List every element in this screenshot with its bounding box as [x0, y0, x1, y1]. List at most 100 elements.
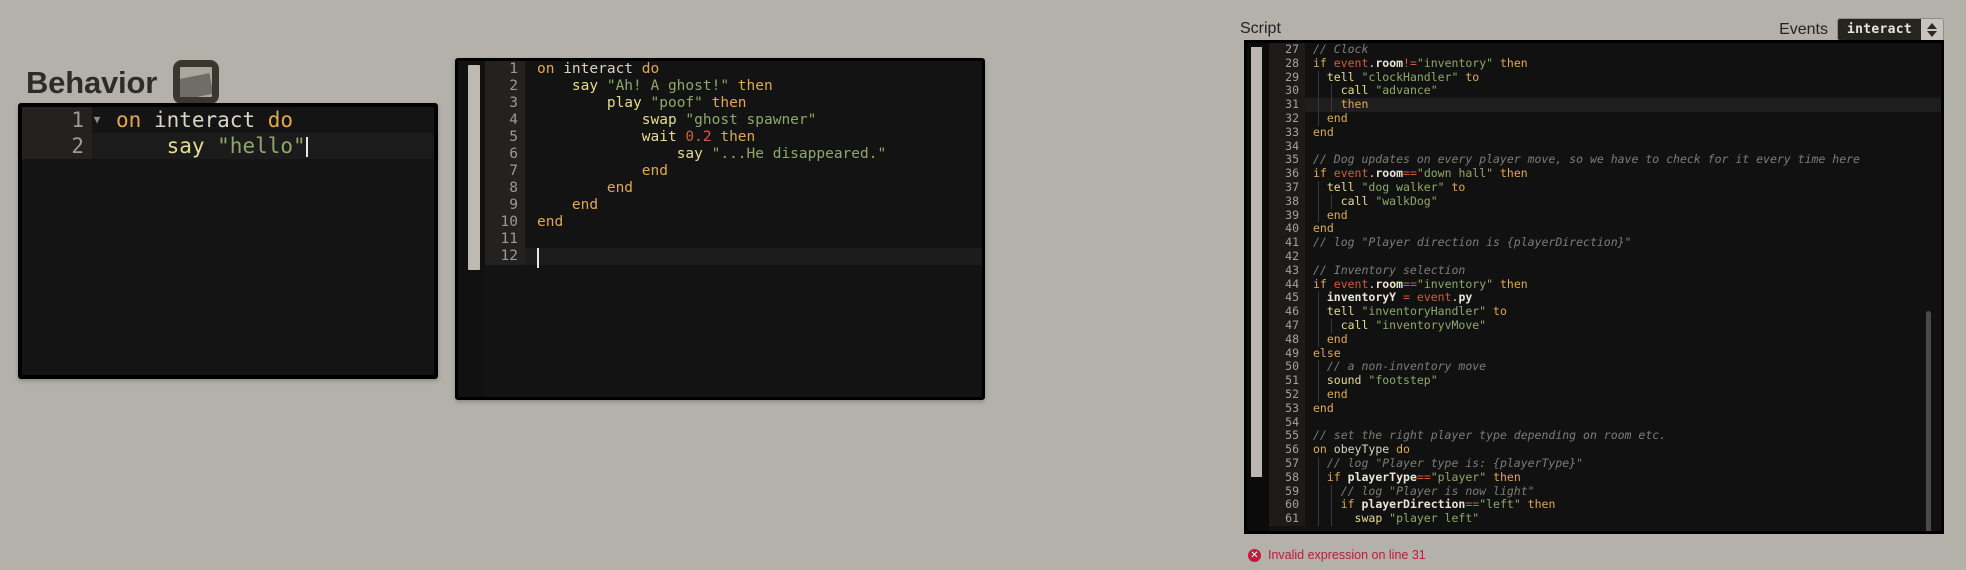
code-line[interactable]: 2 say "hello": [22, 133, 434, 159]
events-select[interactable]: interact: [1836, 18, 1944, 41]
code-line[interactable]: 48 end: [1269, 332, 1941, 347]
code-line-text: swap "ghost spawner": [525, 112, 982, 129]
code-line[interactable]: 52 end: [1269, 387, 1941, 402]
code-line[interactable]: 1 on interact do: [485, 61, 982, 78]
line-number: 27: [1269, 43, 1305, 57]
code-token: tell: [1326, 304, 1362, 319]
secondary-code-area[interactable]: 1 on interact do 2 say "Ah! A ghost!" then…: [485, 61, 982, 397]
secondary-code-editor[interactable]: 1 on interact do 2 say "Ah! A ghost!" then…: [455, 58, 985, 400]
code-token: do: [1396, 442, 1410, 457]
code-line-text: on interact do: [525, 61, 982, 78]
secondary-editor-scrollbar[interactable]: [468, 65, 480, 270]
code-line[interactable]: 39 end: [1269, 208, 1941, 223]
code-line[interactable]: 58 if playerType=="player" then: [1269, 470, 1941, 485]
code-line[interactable]: 7 end: [485, 163, 982, 180]
code-token: end: [1313, 400, 1334, 415]
code-line[interactable]: 28 if event.room!="inventory" then: [1269, 56, 1941, 71]
line-number: 44: [1269, 277, 1305, 292]
code-line[interactable]: 54: [1269, 415, 1941, 430]
code-line[interactable]: 29 tell "clockHandler" to: [1269, 69, 1941, 85]
code-line[interactable]: 60 if playerDirection=="left" then: [1269, 497, 1941, 513]
code-line[interactable]: 56 on obeyType do: [1269, 442, 1941, 457]
line-number: 1 ▼: [22, 107, 100, 133]
code-line[interactable]: 53 end: [1269, 400, 1941, 416]
code-line[interactable]: 34: [1269, 139, 1941, 154]
code-token: tell: [1326, 69, 1362, 84]
code-line[interactable]: 46 tell "inventoryHandler" to: [1269, 304, 1941, 319]
code-line[interactable]: 43 // Inventory selection: [1269, 263, 1941, 278]
code-line[interactable]: 41 // log "Player direction is {playerDir…: [1269, 235, 1941, 250]
script-code-editor[interactable]: 27// Clock 28 if event.room!="inventory" t…: [1244, 40, 1944, 534]
page-title: Behavior: [26, 64, 158, 100]
line-number: 42: [1269, 249, 1305, 264]
code-line[interactable]: 30 call "advance": [1269, 83, 1941, 99]
script-editor-left-track[interactable]: [1251, 47, 1262, 477]
line-number: 38: [1269, 194, 1305, 209]
code-line[interactable]: 51 sound "footstep": [1269, 373, 1941, 388]
code-line[interactable]: 5 wait 0.2 then: [485, 129, 982, 146]
code-line[interactable]: 59 // log "Player is now light": [1269, 484, 1941, 499]
behavior-code-editor[interactable]: 1 ▼ on interact do 2 say "hello": [18, 103, 438, 379]
code-line[interactable]: 50 // a non-inventory move: [1269, 359, 1941, 375]
code-token: do: [267, 108, 294, 132]
code-line[interactable]: 3 play "poof" then: [485, 95, 982, 112]
code-line[interactable]: 32 end: [1269, 111, 1941, 126]
code-token: sound: [1326, 373, 1369, 388]
line-number: 10: [485, 214, 525, 231]
sprite-thumbnail-inner: [180, 67, 213, 97]
chevron-down-icon[interactable]: ▼: [90, 107, 104, 133]
code-line[interactable]: 2 say "Ah! A ghost!" then: [485, 78, 982, 95]
code-token: play: [606, 95, 651, 111]
code-line[interactable]: 45 inventoryY = event.py: [1269, 290, 1941, 306]
code-line-text: on obeyType do: [1305, 442, 1941, 457]
script-code-area[interactable]: 27// Clock 28 if event.room!="inventory" t…: [1269, 43, 1941, 531]
code-line[interactable]: 36 if event.room=="down hall" then: [1269, 166, 1941, 181]
code-token: if: [1340, 497, 1362, 512]
code-line[interactable]: 27 // Clock: [1269, 43, 1941, 57]
sprite-thumbnail-icon[interactable]: [173, 60, 220, 104]
code-line[interactable]: 42: [1269, 249, 1941, 264]
code-line[interactable]: 57 // log "Player type is: {playerType}": [1269, 456, 1941, 471]
code-line[interactable]: 35 // Dog updates on every player move, s…: [1269, 152, 1941, 168]
code-token: "advance": [1375, 83, 1438, 98]
code-token: // set the right player type depending o…: [1313, 428, 1667, 443]
code-token: "walkDog": [1375, 193, 1438, 208]
code-token: then: [1527, 497, 1556, 512]
code-line-text: // set the right player type depending o…: [1305, 428, 1941, 443]
up-down-arrows-icon[interactable]: [1921, 19, 1943, 40]
code-line[interactable]: 10 end: [485, 214, 982, 231]
line-number: 59: [1269, 484, 1305, 499]
code-line[interactable]: 40 end: [1269, 221, 1941, 237]
code-line[interactable]: 44 if event.room=="inventory" then: [1269, 277, 1941, 292]
script-vertical-scrollbar[interactable]: [1926, 311, 1931, 531]
code-line[interactable]: 12: [485, 248, 982, 268]
code-line[interactable]: 4 swap "ghost spawner": [485, 112, 982, 129]
code-line-text: call "walkDog": [1305, 193, 1941, 209]
code-line[interactable]: 6 say "...He disappeared.": [485, 146, 982, 163]
line-number: 55: [1269, 429, 1305, 444]
code-line-text: tell "inventoryHandler" to: [1305, 304, 1941, 319]
code-line[interactable]: 8 end: [485, 180, 982, 197]
code-line-text: sound "footstep": [1305, 373, 1941, 388]
code-line[interactable]: 11: [485, 231, 982, 248]
code-line[interactable]: 55 // set the right player type depending…: [1269, 428, 1941, 444]
behavior-code-area[interactable]: 1 ▼ on interact do 2 say "hello": [22, 107, 434, 375]
code-line[interactable]: 31 then: [1269, 97, 1941, 112]
code-line[interactable]: 1 ▼ on interact do: [22, 107, 434, 133]
code-line[interactable]: 9 end: [485, 197, 982, 214]
code-token: "hello": [217, 134, 306, 158]
line-number: 30: [1269, 84, 1305, 99]
line-number: 3: [485, 95, 525, 112]
code-line[interactable]: 33 end: [1269, 125, 1941, 140]
code-line[interactable]: 49 else: [1269, 346, 1941, 361]
code-line[interactable]: 38 call "walkDog": [1269, 193, 1941, 209]
code-line[interactable]: 37 tell "dog walker" to: [1269, 180, 1941, 195]
code-line[interactable]: 61 swap "player left": [1269, 511, 1941, 526]
code-token: do: [641, 61, 660, 77]
code-line[interactable]: 47 call "inventoryvMove": [1269, 318, 1941, 333]
text-cursor: [537, 248, 539, 268]
code-token: call: [1340, 193, 1376, 208]
